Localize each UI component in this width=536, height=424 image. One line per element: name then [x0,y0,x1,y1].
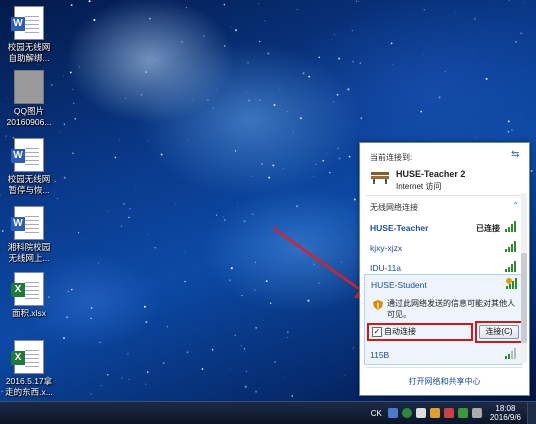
current-connection-label: 当前连接到: [370,152,412,163]
word-doc-icon [14,6,44,40]
network-item-115b[interactable]: 115B [364,345,520,363]
desktop-icon-label: 暂停与恢... [2,185,56,196]
desktop-icon-label: 走的东西.x... [2,387,56,398]
desktop-icon-label: 校园无线网 [2,174,56,185]
network-name: HUSE-Student [371,280,427,290]
network-item-kjxy[interactable]: kjxy-xjzx [364,238,520,256]
desktop-icon-qq-image[interactable]: QQ图片 20160906... [2,70,56,128]
desktop-icon-unbind-doc[interactable]: 校园无线网 自助解绑... [2,6,56,64]
desktop-icon-label: 2016.5.17拿 [2,376,56,387]
refresh-icon[interactable]: ⇆ [511,150,521,160]
auto-connect-label: 自动连接 [384,326,416,337]
scrollbar-thumb[interactable] [521,253,527,343]
auto-connect-checkbox[interactable]: ✓ 自动连接 [367,323,473,341]
show-desktop-button[interactable] [527,402,536,424]
network-bench-icon [370,169,390,185]
desktop-icon-items-xlsx[interactable]: 2016.5.17拿 走的东西.x... [2,340,56,398]
current-network-name: HUSE-Teacher 2 [396,169,465,179]
network-name: kjxy-xjzx [370,243,402,253]
word-doc-icon [14,138,44,172]
clock-date: 2016/9/6 [490,413,521,422]
checkbox[interactable]: ✓ [372,327,382,337]
wireless-group-label: 无线网络连接 [370,202,418,213]
word-doc-icon [14,206,44,240]
clock[interactable]: 18:08 2016/9/6 [490,404,521,422]
network-list-scrollbar[interactable] [521,193,527,363]
network-signal-icon[interactable] [458,408,468,418]
flag-icon[interactable] [430,408,440,418]
image-file-icon [14,70,44,104]
security-warning-text: 通过此网络发送的信息可能对其他人可见。 [387,298,517,320]
antivirus-icon[interactable] [444,408,454,418]
network-name: 115B [370,350,389,360]
desktop-icon-area-xlsx[interactable]: 面积.xlsx [2,272,56,319]
language-indicator[interactable]: CK [371,409,382,418]
clock-time: 18:08 [490,404,521,413]
open-network-center-link[interactable]: 打开网络和共享中心 [360,376,529,387]
desktop-icon-label: 校园无线网 [2,42,56,53]
chevron-up-icon[interactable]: ⌃ [512,201,519,210]
excel-file-icon [14,272,44,306]
excel-file-icon [14,340,44,374]
taskbar: CK 18:08 2016/9/6 [0,401,536,424]
help-icon[interactable] [416,408,426,418]
divider [366,367,523,368]
desktop-icon-label: QQ图片 [2,106,56,117]
signal-strength-icon [505,348,517,359]
current-network-status: Internet 访问 [396,181,441,192]
network-item-huse-teacher[interactable]: HUSE-Teacher 已连接 [364,218,520,236]
desktop-icon-campus-doc[interactable]: 湘科院校园 无线网上... [2,206,56,264]
signal-strength-icon [505,221,517,232]
network-name: IDU-11a [370,263,401,273]
security-icon[interactable] [402,408,412,418]
divider [366,195,523,196]
volume-icon[interactable] [472,408,482,418]
network-status: 已连接 [476,223,500,234]
desktop-icon-label: 自助解绑... [2,53,56,64]
desktop-icon-pause-doc[interactable]: 校园无线网 暂停与恢... [2,138,56,196]
desktop-icon-label: 20160906... [2,117,56,128]
network-name: HUSE-Teacher [370,223,428,233]
desktop-icon-label: 面积.xlsx [2,308,56,319]
connect-button[interactable]: 连接(C) [479,325,519,339]
signal-strength-warning-icon [506,278,518,289]
input-method-icon[interactable] [388,408,398,418]
wireless-network-popup: 当前连接到: ⇆ HUSE-Teacher 2 Internet 访问 无线网络… [359,142,530,396]
system-tray: CK 18:08 2016/9/6 [371,402,536,424]
signal-strength-icon [505,261,517,272]
desktop-icon-label: 湘科院校园 [2,242,56,253]
shield-warning-icon [373,300,383,310]
connect-button-highlight: 连接(C) [475,321,523,343]
desktop-icon-label: 无线网上... [2,253,56,264]
signal-strength-icon [505,241,517,252]
